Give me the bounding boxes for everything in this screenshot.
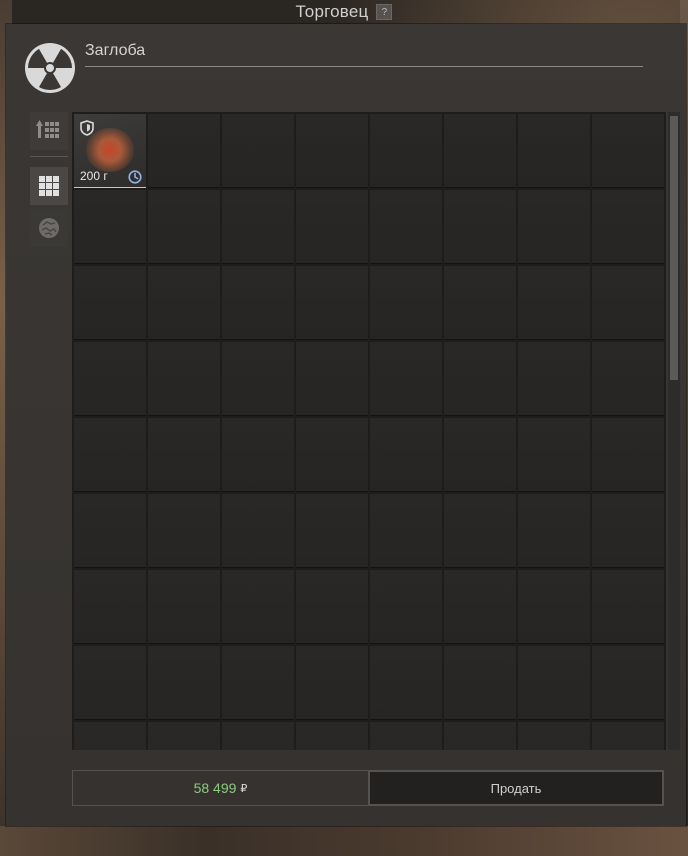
inventory-cell[interactable] bbox=[222, 190, 294, 264]
inventory-cell[interactable] bbox=[74, 646, 146, 720]
inventory-cell[interactable] bbox=[592, 266, 664, 340]
filter-column bbox=[30, 112, 68, 259]
inventory-cell[interactable] bbox=[74, 190, 146, 264]
inventory-cell[interactable] bbox=[370, 114, 442, 188]
inventory-cell[interactable] bbox=[592, 494, 664, 568]
inventory-cell[interactable] bbox=[148, 722, 220, 750]
inventory-cell[interactable] bbox=[148, 266, 220, 340]
inventory-cell[interactable] bbox=[370, 342, 442, 416]
inventory-cell[interactable] bbox=[370, 266, 442, 340]
inventory-cell[interactable] bbox=[148, 646, 220, 720]
inventory-cell[interactable] bbox=[518, 494, 590, 568]
inventory-cell[interactable] bbox=[296, 266, 368, 340]
inventory-cell[interactable] bbox=[370, 418, 442, 492]
window-title: Торговец bbox=[295, 2, 369, 21]
inventory-cell[interactable] bbox=[370, 494, 442, 568]
inventory-cell[interactable] bbox=[148, 114, 220, 188]
inventory-cell[interactable] bbox=[296, 342, 368, 416]
artifact-icon bbox=[39, 218, 59, 238]
inventory-cell[interactable] bbox=[74, 418, 146, 492]
inventory-cell[interactable] bbox=[74, 342, 146, 416]
inventory-cell[interactable] bbox=[222, 570, 294, 644]
help-button[interactable]: ? bbox=[376, 4, 393, 20]
inventory-cell[interactable] bbox=[518, 190, 590, 264]
inventory-cell[interactable] bbox=[148, 570, 220, 644]
inventory-cell[interactable] bbox=[74, 570, 146, 644]
inventory-cell[interactable] bbox=[296, 722, 368, 750]
inventory-cell[interactable] bbox=[444, 266, 516, 340]
inventory-cell[interactable] bbox=[74, 494, 146, 568]
inventory-cell[interactable] bbox=[444, 114, 516, 188]
artifact-filter-button[interactable] bbox=[30, 209, 68, 247]
inventory-cell[interactable] bbox=[222, 646, 294, 720]
clock-icon bbox=[128, 170, 142, 184]
trader-name-underline bbox=[85, 66, 643, 67]
currency-symbol: ₽ bbox=[240, 782, 248, 795]
inventory-cell[interactable] bbox=[296, 114, 368, 188]
inventory-cell[interactable] bbox=[518, 722, 590, 750]
inventory-cell[interactable] bbox=[296, 418, 368, 492]
inventory-cell[interactable] bbox=[222, 114, 294, 188]
inventory-cell[interactable] bbox=[222, 266, 294, 340]
inventory-cell[interactable] bbox=[222, 418, 294, 492]
inventory-cell[interactable] bbox=[370, 646, 442, 720]
item-weight: 200 г bbox=[80, 169, 108, 183]
title-bar: Торговец ? bbox=[0, 0, 688, 24]
inventory-grid: 200 г bbox=[72, 112, 666, 750]
inventory-cell[interactable] bbox=[74, 722, 146, 750]
inventory-cell[interactable] bbox=[222, 342, 294, 416]
inventory-cell[interactable] bbox=[370, 570, 442, 644]
grid-icon bbox=[39, 176, 59, 196]
inventory-cell[interactable] bbox=[518, 114, 590, 188]
sort-button[interactable] bbox=[30, 112, 68, 150]
radiation-icon bbox=[25, 43, 75, 93]
inventory-cell[interactable] bbox=[518, 342, 590, 416]
inventory-cell[interactable] bbox=[296, 646, 368, 720]
inventory-cell[interactable] bbox=[296, 494, 368, 568]
inventory-cell[interactable] bbox=[444, 342, 516, 416]
inventory-cell[interactable] bbox=[370, 722, 442, 750]
inventory-cell[interactable] bbox=[518, 570, 590, 644]
filter-separator bbox=[30, 156, 68, 157]
inventory-cell[interactable] bbox=[518, 646, 590, 720]
trade-footer: 58 499 ₽ Продать bbox=[72, 770, 664, 806]
inventory-cell[interactable] bbox=[444, 646, 516, 720]
total-value: 58 499 bbox=[193, 780, 237, 796]
sort-grid-icon bbox=[36, 120, 59, 138]
trader-name: Заглоба bbox=[85, 42, 146, 59]
grid-view-button[interactable] bbox=[30, 167, 68, 205]
inventory-cell[interactable] bbox=[370, 190, 442, 264]
scrollbar-thumb[interactable] bbox=[670, 116, 678, 380]
inventory-cell[interactable] bbox=[148, 418, 220, 492]
inventory-cell[interactable] bbox=[444, 722, 516, 750]
background-bottom bbox=[0, 826, 688, 856]
inventory-cell[interactable] bbox=[444, 494, 516, 568]
inventory-cell[interactable] bbox=[222, 494, 294, 568]
inventory-cell[interactable] bbox=[592, 722, 664, 750]
inventory-cell[interactable] bbox=[592, 570, 664, 644]
inventory-cell[interactable] bbox=[148, 342, 220, 416]
inventory-cell[interactable] bbox=[444, 418, 516, 492]
sell-button[interactable]: Продать bbox=[368, 770, 664, 806]
inventory-cell[interactable] bbox=[592, 190, 664, 264]
inventory-cell[interactable] bbox=[222, 722, 294, 750]
inventory-cell[interactable] bbox=[592, 342, 664, 416]
inventory-cell[interactable] bbox=[592, 418, 664, 492]
inventory-cell[interactable] bbox=[518, 418, 590, 492]
inventory-cell[interactable] bbox=[296, 190, 368, 264]
inventory-cell[interactable] bbox=[148, 190, 220, 264]
total-price: 58 499 ₽ bbox=[72, 770, 368, 806]
inventory-cell[interactable] bbox=[592, 114, 664, 188]
shield-icon bbox=[80, 120, 94, 136]
inventory-item[interactable]: 200 г bbox=[74, 114, 146, 188]
inventory-cell[interactable] bbox=[444, 190, 516, 264]
inventory-cell[interactable] bbox=[148, 494, 220, 568]
inventory-scrollbar[interactable] bbox=[668, 112, 680, 750]
inventory-cell[interactable] bbox=[592, 646, 664, 720]
inventory-cell[interactable] bbox=[296, 570, 368, 644]
inventory-cell[interactable] bbox=[444, 570, 516, 644]
inventory-cell[interactable] bbox=[74, 266, 146, 340]
inventory-cell[interactable] bbox=[518, 266, 590, 340]
